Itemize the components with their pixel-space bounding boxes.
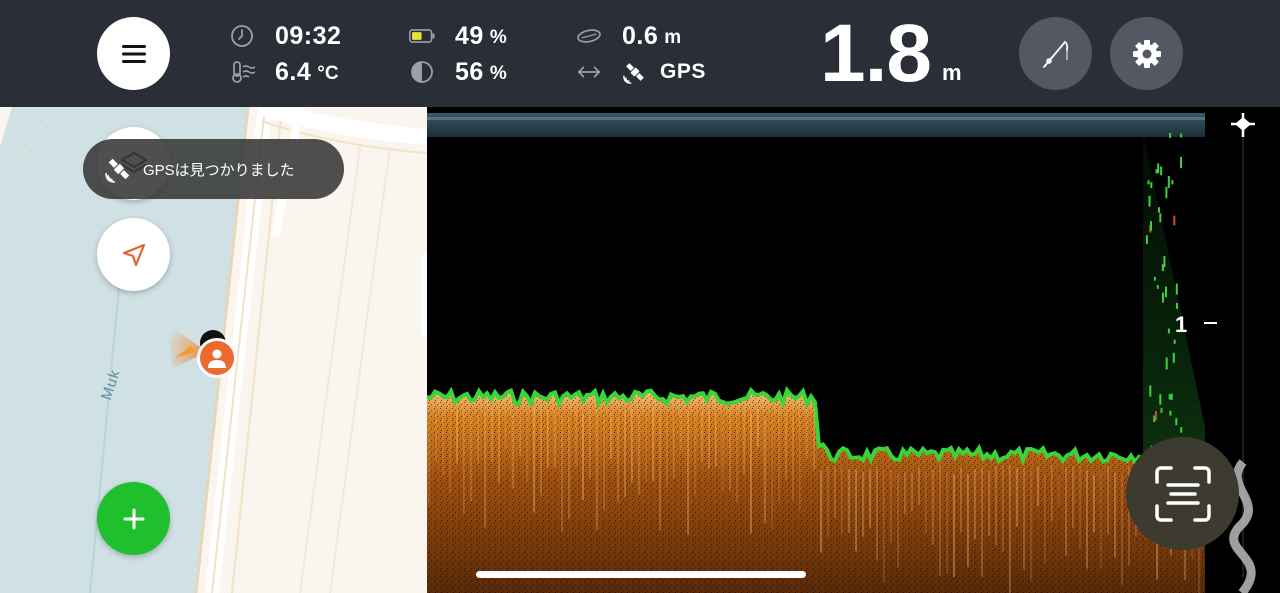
sonar-live-return [1180, 156, 1182, 169]
sonar-live-return [1167, 175, 1170, 188]
sonar-live-return [1173, 339, 1176, 344]
navigation-arrow-icon [122, 243, 145, 266]
sonar-live-return [1159, 394, 1162, 405]
sonar-live-return [1168, 394, 1171, 400]
beam-width-unit: m [664, 27, 682, 48]
scan-text-icon [1154, 465, 1211, 522]
fish-id-button[interactable] [1126, 437, 1239, 550]
hamburger-menu-icon [121, 44, 146, 63]
sonar-live-return [1153, 415, 1156, 423]
beam-ellipse-icon [576, 23, 602, 49]
settings-button[interactable] [1110, 17, 1183, 90]
clock-icon [229, 23, 255, 49]
satellite-icon [99, 149, 139, 189]
water-temperature-icon [229, 59, 255, 85]
horizontal-arrows-icon [576, 59, 602, 85]
sonar-live-return [1172, 352, 1175, 363]
position-source-stat: GPS [576, 57, 706, 87]
sonar-live-return [1155, 169, 1158, 174]
sonar-live-return [1150, 182, 1153, 188]
menu-button[interactable] [97, 17, 170, 90]
battery-value: 49 [455, 21, 484, 50]
water-temp-unit: °C [317, 63, 339, 84]
sonar-live-return [1159, 213, 1162, 223]
battery-icon [409, 23, 435, 49]
sonar-live-return [1176, 302, 1178, 309]
sonar-live-return [1150, 221, 1152, 231]
time-value: 09:32 [275, 21, 342, 50]
sonar-live-return [1158, 207, 1160, 213]
sonar-live-return [1154, 411, 1157, 421]
fishing-rod-icon [1042, 40, 1068, 68]
satellite-icon [622, 59, 648, 85]
sonar-live-return [1145, 235, 1148, 244]
depth-value: 1.8 [820, 8, 932, 99]
sonar-live-return [1165, 357, 1168, 370]
sonar-live-return [1165, 286, 1167, 298]
gear-icon [1132, 39, 1161, 68]
beam-width-stat: 0.6 m [576, 21, 681, 51]
sensitivity-value: 56 [455, 57, 484, 86]
sonar-live-return [1180, 427, 1183, 433]
sonar-live-return [1153, 276, 1156, 281]
sonar-live-return [1169, 132, 1172, 138]
sonar-live-return [1165, 186, 1168, 199]
navigate-button[interactable] [97, 218, 170, 291]
sonar-live-return [1147, 180, 1150, 185]
sonar-live-return [1171, 180, 1174, 185]
sonar-live-return [1160, 166, 1163, 176]
user-avatar-icon [208, 349, 226, 368]
sonar-live-return [1160, 408, 1163, 413]
sonar-live-return [1162, 292, 1164, 303]
sonar-live-return [1169, 410, 1172, 416]
sonar-live-return [1180, 133, 1183, 138]
position-source-value: GPS [660, 60, 706, 83]
toast-text: GPSは見つかりました [143, 161, 295, 179]
sonar-live-return [1173, 215, 1176, 226]
time-stat: 09:32 [229, 21, 341, 51]
sonar-live-return [1149, 385, 1152, 397]
sonar-live-return [1156, 285, 1159, 289]
water-temp-stat: 6.4 °C [229, 57, 339, 87]
battery-stat: 49 % [409, 21, 507, 51]
battery-unit: % [489, 27, 507, 48]
sonar-live-return [1175, 418, 1178, 426]
plus-icon [123, 508, 144, 529]
sensitivity-stat: 56 % [409, 57, 507, 87]
water-temp-value: 6.4 [275, 57, 312, 86]
sonar-live-return [1163, 256, 1166, 268]
home-indicator [476, 571, 806, 578]
gps-found-toast: GPSは見つかりました [83, 139, 344, 199]
fishing-mode-button[interactable] [1019, 17, 1092, 90]
sonar-live-return [1175, 283, 1178, 295]
user-location-marker[interactable] [197, 338, 237, 378]
contrast-icon [409, 59, 435, 85]
depth-scale-label: 1 [1175, 312, 1188, 337]
beam-width-value: 0.6 [622, 21, 659, 50]
sonar-live-return [1167, 328, 1170, 334]
sensitivity-unit: % [489, 63, 507, 84]
sonar-live-return [1148, 195, 1151, 207]
depth-unit: m [942, 60, 962, 85]
add-marker-button[interactable] [97, 482, 170, 555]
sonar-live-return [1170, 393, 1173, 401]
